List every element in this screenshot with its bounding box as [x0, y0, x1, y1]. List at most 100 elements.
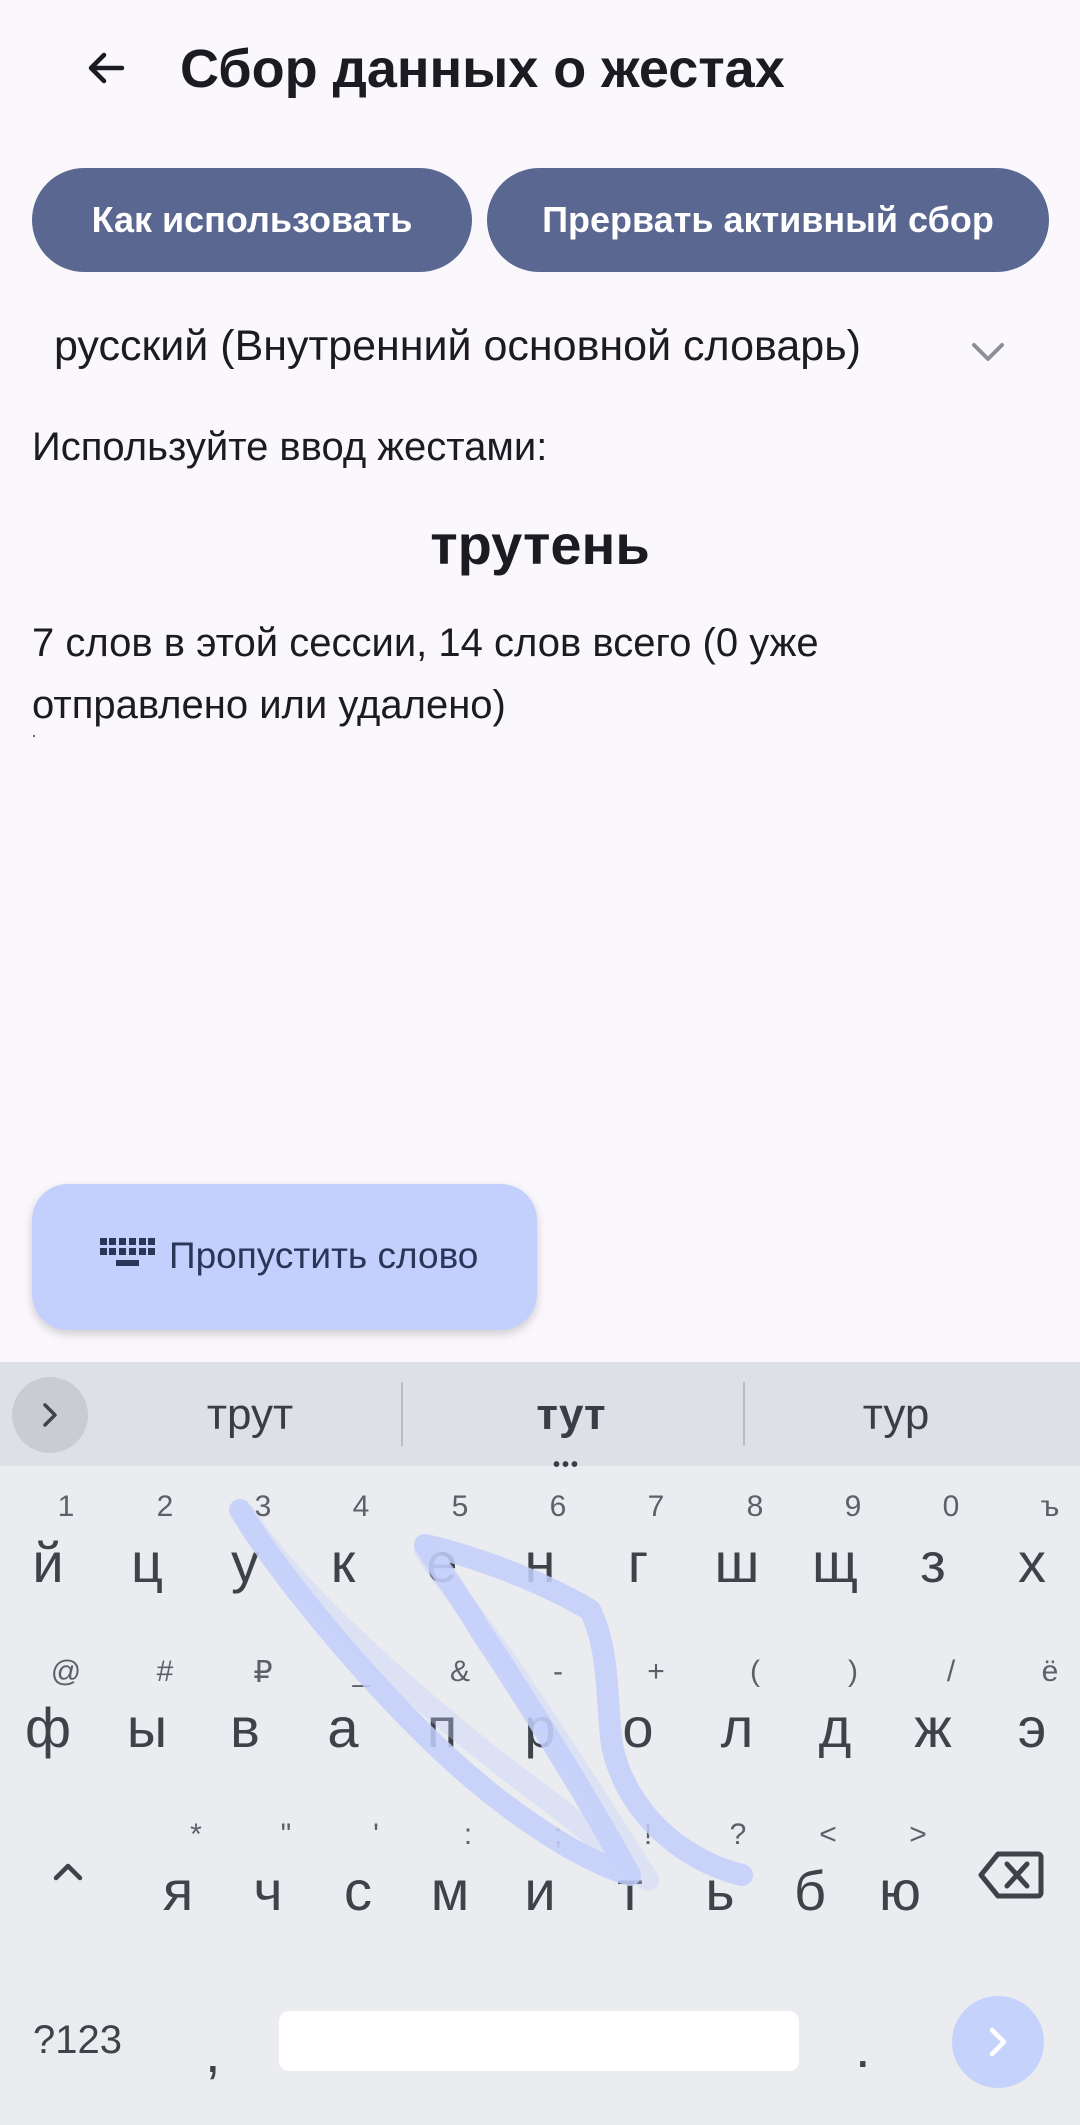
key-label: п: [426, 1696, 458, 1759]
key-т[interactable]: ! т: [581, 1818, 679, 1968]
symbols-key[interactable]: ?123: [33, 2018, 122, 2063]
key-label: г: [627, 1531, 649, 1594]
key-б[interactable]: < б: [761, 1818, 859, 1968]
key-о[interactable]: + о: [589, 1655, 687, 1805]
key-label: ф: [24, 1696, 72, 1759]
skip-word-button[interactable]: Пропустить слово: [32, 1184, 537, 1330]
key-label: м: [430, 1859, 470, 1922]
key-в[interactable]: ₽ в: [196, 1655, 294, 1805]
key-label: л: [720, 1696, 754, 1759]
key-label: щ: [811, 1531, 859, 1594]
key-label: ц: [130, 1531, 164, 1594]
key-hint: ё: [1041, 1655, 1059, 1688]
key-label: в: [230, 1696, 260, 1759]
key-label: ш: [714, 1531, 760, 1594]
key-label: к: [330, 1531, 356, 1594]
suggestion-1[interactable]: трут: [100, 1390, 400, 1440]
shift-key[interactable]: [48, 1852, 88, 1892]
stop-collection-button[interactable]: Прервать активный сбор: [487, 168, 1049, 272]
key-ы[interactable]: # ы: [98, 1655, 196, 1805]
key-м[interactable]: :м: [401, 1818, 499, 1968]
target-word: трутень: [430, 513, 650, 576]
key-е[interactable]: 5е: [393, 1490, 491, 1640]
app-bar: Сбор данных о жестах: [0, 0, 1080, 150]
keyboard-icon: [100, 1238, 155, 1266]
page-title: Сбор данных о жестах: [180, 39, 785, 99]
comma-key[interactable]: ,: [205, 2020, 221, 2085]
language-dropdown[interactable]: русский (Внутренний основной словарь): [32, 300, 1032, 396]
key-и[interactable]: ; и: [491, 1818, 589, 1968]
expand-suggestions-button[interactable]: [12, 1377, 88, 1453]
key-ч[interactable]: " ч: [219, 1818, 317, 1968]
key-hint: >: [909, 1818, 927, 1851]
key-label: е: [426, 1531, 458, 1594]
backspace-key[interactable]: [978, 1850, 1044, 1900]
key-label: ч: [253, 1859, 283, 1922]
key-ь[interactable]: ? ь: [671, 1818, 769, 1968]
key-label: х: [1018, 1531, 1046, 1594]
enter-key[interactable]: [952, 1996, 1044, 2088]
key-label: ж: [914, 1696, 952, 1759]
key-label: а: [327, 1696, 359, 1759]
key-label: ь: [705, 1859, 735, 1922]
key-ц[interactable]: 2ц: [98, 1490, 196, 1640]
key-х[interactable]: ъх: [983, 1490, 1080, 1640]
key-label: й: [32, 1531, 64, 1594]
how-to-use-button[interactable]: Как использовать: [32, 168, 472, 272]
key-з[interactable]: 0з: [884, 1490, 982, 1640]
key-ф[interactable]: @ ф: [0, 1655, 97, 1805]
chevron-down-icon: [972, 343, 1004, 361]
key-label: о: [622, 1696, 654, 1759]
key-label: э: [1017, 1696, 1047, 1759]
key-hint: ъ: [1040, 1490, 1060, 1523]
suggestion-divider: [401, 1382, 403, 1446]
key-label: ю: [879, 1859, 921, 1922]
key-ж[interactable]: / ж: [884, 1655, 982, 1805]
period-key[interactable]: .: [855, 2015, 871, 2080]
suggestion-strip: трут тут тур •••: [0, 1362, 1080, 1476]
suggestion-2[interactable]: тут: [421, 1390, 721, 1440]
chevron-right-icon: [989, 2027, 1007, 2057]
key-н[interactable]: 6н: [491, 1490, 589, 1640]
suggestion-divider: [743, 1382, 745, 1446]
key-label: б: [793, 1859, 827, 1922]
key-label: и: [524, 1859, 556, 1922]
key-label: р: [524, 1696, 556, 1759]
key-г[interactable]: 7г: [589, 1490, 687, 1640]
key-д[interactable]: ) д: [786, 1655, 884, 1805]
divider-dot: [33, 735, 35, 737]
key-label: я: [162, 1859, 194, 1922]
key-р[interactable]: -р: [491, 1655, 589, 1805]
key-к[interactable]: 4к: [294, 1490, 392, 1640]
key-с[interactable]: ' с: [309, 1818, 407, 1968]
key-й[interactable]: 1й: [0, 1490, 97, 1640]
key-л[interactable]: (л: [688, 1655, 786, 1805]
key-щ[interactable]: 9щ: [786, 1490, 884, 1640]
back-button[interactable]: [70, 32, 142, 104]
language-selected-value: русский (Внутренний основной словарь): [54, 322, 861, 370]
skip-word-label: Пропустить слово: [169, 1235, 479, 1276]
backspace-icon: [978, 1851, 1044, 1899]
space-key[interactable]: [279, 2011, 799, 2071]
key-label: д: [818, 1696, 852, 1759]
chevron-right-icon: [43, 1403, 57, 1427]
key-label: у: [231, 1531, 259, 1594]
gesture-prompt: Используйте ввод жестами:: [32, 425, 548, 469]
arrow-back-icon: [88, 52, 125, 84]
key-я[interactable]: * я: [129, 1818, 227, 1968]
key-label: н: [524, 1531, 556, 1594]
key-а[interactable]: _ а: [294, 1655, 392, 1805]
key-п[interactable]: & п: [393, 1655, 491, 1805]
suggestion-3[interactable]: тур: [746, 1390, 1046, 1440]
shift-caret-icon: [53, 1863, 83, 1881]
key-label: ы: [126, 1696, 168, 1759]
key-label: з: [920, 1531, 946, 1594]
key-label: с: [344, 1859, 372, 1922]
session-stats: 7 слов в этой сессии, 14 слов всего (0 у…: [32, 621, 819, 727]
key-э[interactable]: ёэ: [983, 1655, 1080, 1805]
key-ю[interactable]: > ю: [851, 1818, 949, 1968]
key-у[interactable]: 3у: [196, 1490, 294, 1640]
key-ш[interactable]: 8ш: [688, 1490, 786, 1640]
more-dots-icon: •••: [553, 1454, 581, 1476]
key-label: т: [617, 1859, 643, 1922]
